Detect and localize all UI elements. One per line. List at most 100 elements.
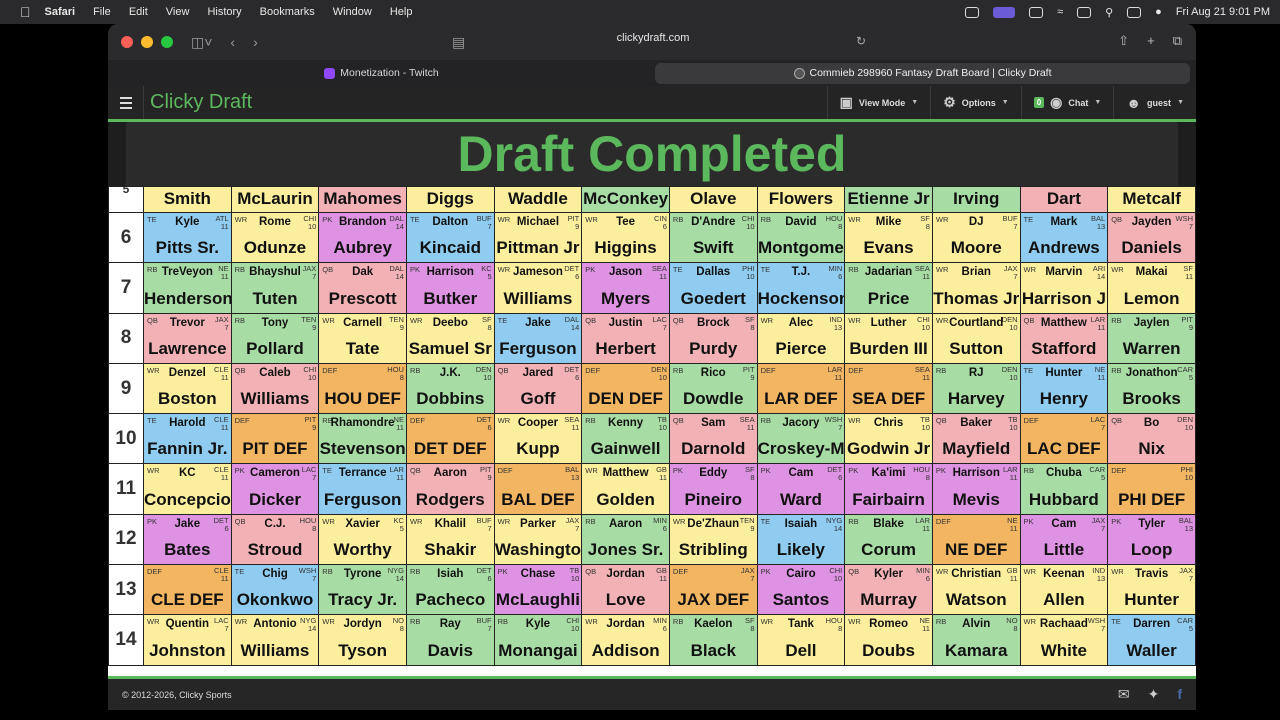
pick-cell[interactable]: WR DJ BUF 7 Moore: [931, 211, 1021, 264]
pick-cell[interactable]: PK Ka'imi HOU 8 Fairbairn: [844, 463, 933, 515]
control-center-icon[interactable]: [1127, 6, 1142, 18]
pick-cell[interactable]: TE Kyle ATL 11 Pitts Sr.: [142, 211, 232, 264]
pick-cell[interactable]: WR Tee CIN 6 Higgins: [581, 211, 670, 264]
pick-cell[interactable]: WR Rachaad WSH 7 White: [1019, 614, 1109, 666]
pick-cell[interactable]: PK Cameron LAC 7 Dicker: [230, 463, 320, 515]
pick-cell[interactable]: DEF LAC 7 LAC DEF: [1019, 413, 1109, 465]
pick-cell[interactable]: DEF PIT 9 PIT DEF: [230, 413, 320, 465]
pick-cell[interactable]: RB Jacory WSH 7 Croskey-M: [756, 413, 846, 465]
pick-cell[interactable]: DEF LAR 11 LAR DEF: [756, 362, 846, 415]
spotlight-search-icon[interactable]: ⚲: [1105, 6, 1113, 19]
pick-cell[interactable]: RB Jonathon CAR 5 Brooks: [1107, 362, 1196, 415]
pick-cell[interactable]: RB Isiah DET 6 Pacheco: [405, 564, 495, 616]
pick-cell[interactable]: QB Sam SEA 11 Darnold: [668, 413, 758, 465]
siri-icon[interactable]: ●: [1155, 6, 1162, 18]
pick-cell[interactable]: RB Kenny TB 10 Gainwell: [581, 413, 670, 465]
pick-cell[interactable]: DEF HOU 8 HOU DEF: [318, 362, 407, 415]
pick-cell[interactable]: RB Rhamondre NE 11 Stevenson: [318, 413, 407, 465]
pick-cell[interactable]: RB David HOU 8 Montgome: [756, 211, 846, 264]
pick-cell[interactable]: Diggs: [405, 186, 495, 213]
pick-cell[interactable]: TE Mark BAL 13 Andrews: [1019, 211, 1109, 264]
pick-cell[interactable]: WR Matthew GB 11 Golden: [581, 463, 670, 515]
pick-cell[interactable]: QB Jordan GB 11 Love: [581, 564, 670, 616]
pick-cell[interactable]: TE Harold CLE 11 Fannin Jr.: [142, 413, 232, 465]
menu-help[interactable]: Help: [390, 6, 413, 18]
pick-cell[interactable]: DEF BAL 13 BAL DEF: [493, 463, 583, 515]
pick-cell[interactable]: WR Courtland DEN 10 Sutton: [931, 312, 1021, 364]
pick-cell[interactable]: RB Chuba CAR 5 Hubbard: [1019, 463, 1109, 515]
pick-cell[interactable]: WR De'Zhaun TEN 9 Stribling: [668, 513, 758, 566]
pick-cell[interactable]: QB Caleb CHI 10 Williams: [230, 362, 320, 415]
pick-cell[interactable]: TE Hunter NE 11 Henry: [1019, 362, 1109, 415]
pick-cell[interactable]: WR Luther CHI 10 Burden III: [844, 312, 933, 364]
pick-cell[interactable]: TE Isaiah NYG 14 Likely: [756, 513, 846, 566]
minimize-window-button[interactable]: [141, 36, 153, 48]
menu-window[interactable]: Window: [333, 6, 372, 18]
pick-cell[interactable]: RB Alvin NO 8 Kamara: [931, 614, 1021, 666]
view-mode-dropdown[interactable]: ▣ View Mode ▼: [826, 86, 931, 119]
pick-cell[interactable]: Waddle: [493, 186, 583, 213]
menu-history[interactable]: History: [207, 6, 241, 18]
pick-cell[interactable]: RB J.K. DEN 10 Dobbins: [405, 362, 495, 415]
reload-icon[interactable]: ↻: [856, 34, 866, 48]
pick-cell[interactable]: TE Terrance LAR 11 Ferguson: [318, 463, 407, 515]
pick-cell[interactable]: RB Tyrone NYG 14 Tracy Jr.: [318, 564, 407, 616]
pick-cell[interactable]: PK Cairo CHI 10 Santos: [756, 564, 846, 616]
pick-cell[interactable]: PK Jake DET 6 Bates: [142, 513, 232, 566]
share-icon[interactable]: ⇧: [1118, 33, 1129, 49]
pick-cell[interactable]: QB Kyler MIN 6 Murray: [844, 564, 933, 616]
pick-cell[interactable]: TE Dalton BUF 7 Kincaid: [405, 211, 495, 264]
menu-edit[interactable]: Edit: [129, 6, 148, 18]
pick-cell[interactable]: RB Bhayshul JAX 7 Tuten: [230, 262, 320, 314]
menubar-datetime[interactable]: Fri Aug 21 9:01 PM: [1176, 6, 1270, 18]
pick-cell[interactable]: QB Baker TB 10 Mayfield: [931, 413, 1021, 465]
pick-cell[interactable]: RB Rico PIT 9 Dowdle: [668, 362, 758, 415]
pick-cell[interactable]: DEF SEA 11 SEA DEF: [844, 362, 933, 415]
address-bar[interactable]: clickydraft.com: [438, 32, 868, 44]
pick-cell[interactable]: DEF DET 6 DET DEF: [405, 413, 495, 465]
pick-cell[interactable]: WR Makai SF 11 Lemon: [1107, 262, 1196, 314]
pick-cell[interactable]: WR Antonio NYG 14 Williams: [230, 614, 320, 666]
pick-cell[interactable]: Dart: [1019, 186, 1109, 213]
pick-cell[interactable]: PK Cam JAX 7 Little: [1019, 513, 1109, 566]
chat-dropdown[interactable]: 0 ◉ Chat ▼: [1020, 86, 1114, 119]
apple-icon[interactable]: : [20, 4, 31, 20]
new-tab-icon[interactable]: +: [1147, 33, 1155, 49]
pick-cell[interactable]: PK Chase TB 10 McLaughli: [493, 564, 583, 616]
pick-cell[interactable]: RB Aaron MIN 6 Jones Sr.: [581, 513, 670, 566]
pick-cell[interactable]: WR Deebo SF 8 Samuel Sr: [405, 312, 495, 364]
pick-cell[interactable]: WR Alec IND 13 Pierce: [756, 312, 846, 364]
pick-cell[interactable]: QB Jared DET 6 Goff: [493, 362, 583, 415]
zoom-window-button[interactable]: [161, 36, 173, 48]
pick-cell[interactable]: Olave: [668, 186, 758, 213]
wifi-icon[interactable]: ≈: [1057, 6, 1063, 18]
pick-cell[interactable]: McLaurin: [230, 186, 320, 213]
user-dropdown[interactable]: ☻ guest ▼: [1113, 86, 1196, 119]
pick-cell[interactable]: WR Marvin ARI 14 Harrison J: [1019, 262, 1109, 314]
pick-cell[interactable]: QB Jayden WSH 7 Daniels: [1107, 211, 1196, 264]
pick-cell[interactable]: WR Denzel CLE 11 Boston: [142, 362, 232, 415]
pick-cell[interactable]: WR Jameson DET 6 Williams: [493, 262, 583, 314]
close-window-button[interactable]: [121, 36, 133, 48]
tab-clicky-draft[interactable]: Commieb 298960 Fantasy Draft Board | Cli…: [655, 62, 1190, 84]
pick-cell[interactable]: TE Chig WSH 7 Okonkwo: [230, 564, 320, 616]
menu-bookmarks[interactable]: Bookmarks: [260, 6, 315, 18]
pick-cell[interactable]: WR Brian JAX 7 Thomas Jr: [931, 262, 1021, 314]
back-icon[interactable]: ‹: [230, 34, 235, 50]
twitter-icon[interactable]: ✦: [1148, 686, 1160, 703]
pick-cell[interactable]: PK Cam DET 6 Ward: [756, 463, 846, 515]
pick-cell[interactable]: WR Mike SF 8 Evans: [844, 211, 933, 264]
pick-cell[interactable]: McConkey: [581, 186, 670, 213]
pick-cell[interactable]: DEF DEN 10 DEN DEF: [581, 362, 670, 415]
pick-cell[interactable]: WR Khalil BUF 7 Shakir: [405, 513, 495, 566]
pick-cell[interactable]: Irving: [931, 186, 1021, 213]
pick-cell[interactable]: DEF PHI 10 PHI DEF: [1107, 463, 1196, 515]
pick-cell[interactable]: QB Justin LAC 7 Herbert: [581, 312, 670, 364]
pick-cell[interactable]: DEF JAX 7 JAX DEF: [668, 564, 758, 616]
pick-cell[interactable]: PK Tyler BAL 13 Loop: [1107, 513, 1196, 566]
brand-logo[interactable]: Clicky Draft: [144, 86, 262, 119]
pick-cell[interactable]: WR Rome CHI 10 Odunze: [230, 211, 320, 264]
pick-cell[interactable]: TE Jake DAL 14 Ferguson: [493, 312, 583, 364]
pick-cell[interactable]: DEF CLE 11 CLE DEF: [142, 564, 232, 616]
pick-cell[interactable]: RB RJ DEN 10 Harvey: [931, 362, 1021, 415]
